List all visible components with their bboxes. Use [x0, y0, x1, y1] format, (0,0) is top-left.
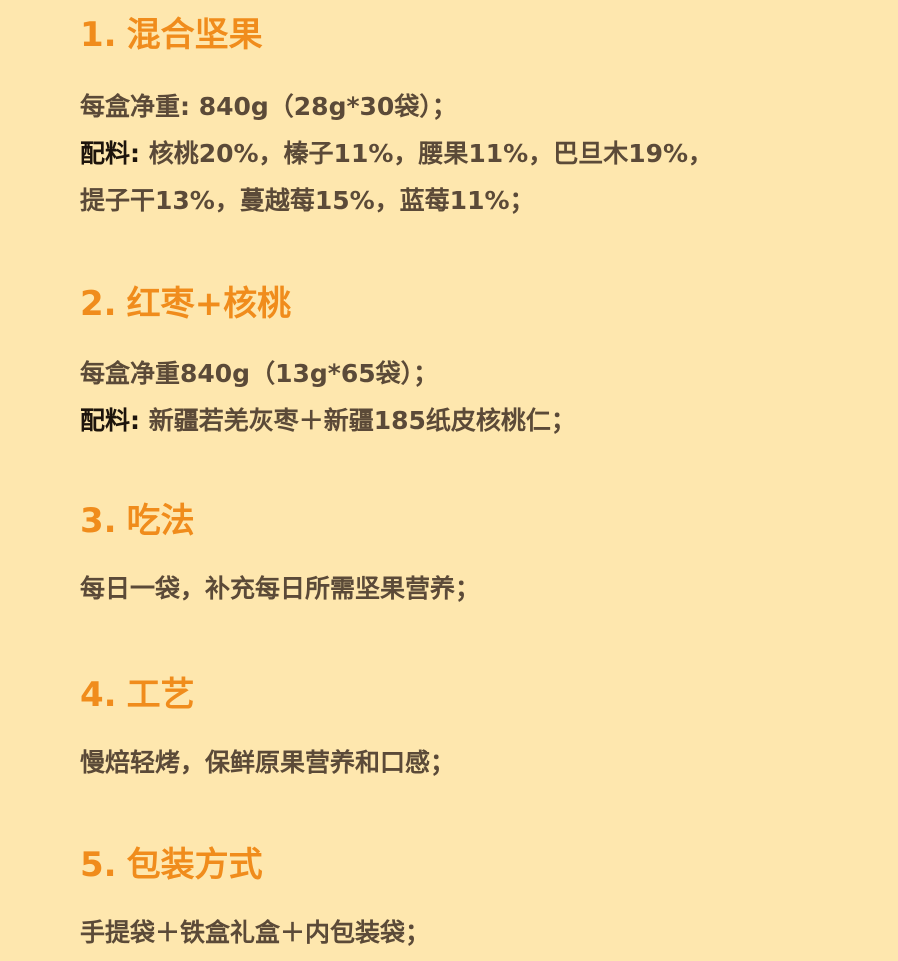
section-how-to-eat: 3. 吃法 每日一袋，补充每日所需坚果营养； [80, 501, 880, 612]
section-body: 每盒净重840g（13g*65袋）； 配料: 新疆若羌灰枣＋新疆185纸皮核桃仁… [80, 350, 880, 444]
section-number: 2. [80, 284, 117, 324]
section-mixed-nuts: 1. 混合坚果 每盒净重: 840g（28g*30袋）； 配料: 核桃20%，榛子… [80, 15, 880, 224]
section-title: 吃法 [126, 501, 195, 541]
section-heading: 4. 工艺 [80, 675, 880, 715]
section-title: 红枣+核桃 [126, 284, 292, 324]
section-heading: 5. 包装方式 [80, 845, 880, 885]
ingredients-text-continued: 提子干13%，蔓越莓15%，蓝莓11%； [80, 186, 535, 215]
net-weight-line: 每盒净重: 840g（28g*30袋）； [80, 83, 880, 130]
section-title: 混合坚果 [126, 15, 263, 55]
process-text: 慢焙轻烤，保鲜原果营养和口感； [80, 748, 456, 777]
ingredients-text: 核桃20%，榛子11%，腰果11%，巴旦木19%， [140, 139, 714, 168]
net-weight-text: 每盒净重840g（13g*65袋）； [80, 359, 439, 388]
section-body: 慢焙轻烤，保鲜原果营养和口感； [80, 739, 880, 786]
how-to-eat-text: 每日一袋，补充每日所需坚果营养； [80, 574, 481, 603]
ingredients-label: 配料: [80, 406, 140, 435]
section-body: 每盒净重: 840g（28g*30袋）； 配料: 核桃20%，榛子11%，腰果1… [80, 83, 880, 224]
section-process: 4. 工艺 慢焙轻烤，保鲜原果营养和口感； [80, 675, 880, 786]
section-body: 手提袋＋铁盒礼盒＋内包装袋； [80, 909, 880, 956]
section-title: 包装方式 [126, 845, 263, 885]
ingredients-text: 新疆若羌灰枣＋新疆185纸皮核桃仁； [140, 406, 576, 435]
net-weight-line: 每盒净重840g（13g*65袋）； [80, 350, 880, 397]
ingredients-line: 配料: 核桃20%，榛子11%，腰果11%，巴旦木19%， [80, 130, 880, 177]
section-number: 1. [80, 15, 117, 55]
ingredients-line: 配料: 新疆若羌灰枣＋新疆185纸皮核桃仁； [80, 397, 880, 444]
section-heading: 2. 红枣+核桃 [80, 284, 880, 324]
net-weight-text: 每盒净重: 840g（28g*30袋）； [80, 92, 457, 121]
section-packaging: 5. 包装方式 手提袋＋铁盒礼盒＋内包装袋； [80, 845, 880, 956]
ingredients-line-continued: 提子干13%，蔓越莓15%，蓝莓11%； [80, 177, 880, 224]
process-line: 慢焙轻烤，保鲜原果营养和口感； [80, 739, 880, 786]
ingredients-label: 配料: [80, 139, 140, 168]
section-heading: 3. 吃法 [80, 501, 880, 541]
section-number: 5. [80, 845, 117, 885]
section-heading: 1. 混合坚果 [80, 15, 880, 55]
section-title: 工艺 [126, 675, 195, 715]
packaging-text: 手提袋＋铁盒礼盒＋内包装袋； [80, 918, 431, 947]
product-info-page: 1. 混合坚果 每盒净重: 840g（28g*30袋）； 配料: 核桃20%，榛子… [0, 0, 898, 961]
section-number: 3. [80, 501, 117, 541]
section-number: 4. [80, 675, 117, 715]
section-dates-walnuts: 2. 红枣+核桃 每盒净重840g（13g*65袋）； 配料: 新疆若羌灰枣＋新疆… [80, 284, 880, 444]
section-body: 每日一袋，补充每日所需坚果营养； [80, 565, 880, 612]
packaging-line: 手提袋＋铁盒礼盒＋内包装袋； [80, 909, 880, 956]
how-to-eat-line: 每日一袋，补充每日所需坚果营养； [80, 565, 880, 612]
